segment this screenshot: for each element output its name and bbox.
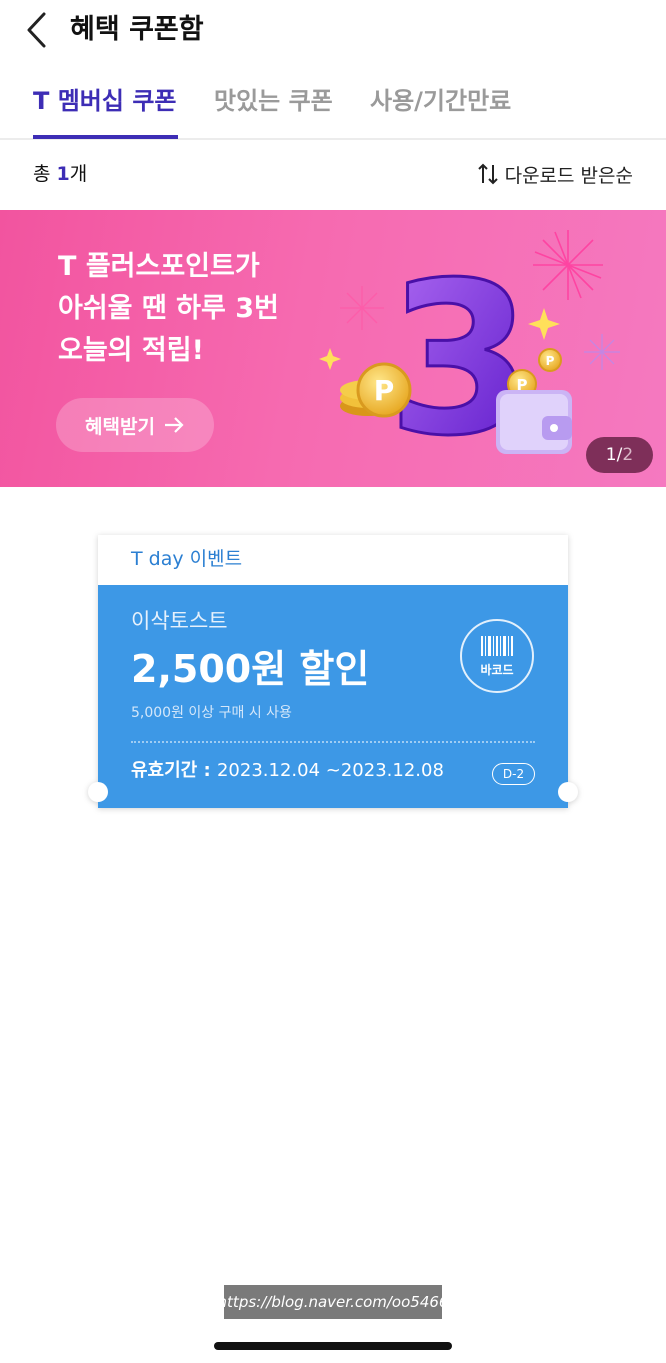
- barcode-label: 바코드: [480, 662, 514, 677]
- tab-used-expired[interactable]: 사용/기간만료: [370, 84, 511, 118]
- get-benefit-button[interactable]: 혜택받기: [56, 398, 214, 452]
- active-tab-indicator: [33, 135, 178, 139]
- banner-line: 아쉬울 땐 하루 3번: [58, 293, 279, 324]
- get-benefit-label: 혜택받기: [85, 415, 155, 438]
- ticket-notch: [558, 782, 578, 802]
- sort-arrows-icon: [477, 163, 498, 185]
- banner-headline: T 플러스포인트가 아쉬울 땐 하루 3번 오늘의 적립!: [58, 246, 279, 372]
- sort-button[interactable]: 다운로드 받은순: [477, 160, 633, 188]
- page-title: 혜택 쿠폰함: [70, 14, 204, 45]
- banner-line: 오늘의 적립!: [58, 335, 204, 366]
- barcode-button[interactable]: 바코드: [460, 619, 534, 693]
- coin-letter: P: [546, 354, 555, 368]
- validity-label: 유효기간 :: [131, 760, 217, 781]
- sparkle-icon: [319, 348, 341, 370]
- firework-icon: [533, 230, 603, 300]
- coupon-body: 이삭토스트 2,500원 할인 5,000원 이상 구매 시 사용 바코드 유효…: [88, 585, 578, 808]
- coupon-divider: [131, 741, 535, 743]
- tab-bar: T 멤버십 쿠폰 맛있는 쿠폰 사용/기간만료: [0, 80, 666, 140]
- barcode-icon: [481, 635, 513, 656]
- blog-watermark: https://blog.naver.com/oo5466: [218, 1285, 448, 1319]
- coupon-validity: 유효기간 : 2023.12.04 ~2023.12.08: [131, 757, 444, 785]
- firework-icon: [584, 334, 620, 370]
- coupon-category: T day 이벤트: [131, 548, 243, 570]
- coupon-count: 총 1개: [33, 160, 87, 188]
- coupon-condition: 5,000원 이상 구매 시 사용: [131, 705, 292, 721]
- count-prefix: 총: [33, 163, 57, 185]
- tab-t-membership-coupon[interactable]: T 멤버십 쿠폰: [33, 84, 176, 118]
- firework-icon: [340, 286, 384, 330]
- validity-range: 2023.12.04 ~2023.12.08: [216, 760, 444, 781]
- coupon-brand: 이삭토스트: [131, 609, 228, 633]
- tab-delicious-coupon[interactable]: 맛있는 쿠폰: [214, 84, 333, 118]
- coupon-discount: 2,500원 할인: [131, 647, 370, 691]
- count-suffix: 개: [69, 163, 88, 185]
- coupon-header: T day 이벤트: [98, 535, 568, 585]
- home-indicator[interactable]: [214, 1342, 452, 1350]
- chevron-left-icon: [27, 12, 46, 48]
- pager-current: 1: [605, 445, 617, 465]
- dday-badge: D-2: [492, 763, 535, 785]
- coin-letter: P: [374, 374, 395, 407]
- coupon-card[interactable]: T day 이벤트 이삭토스트 2,500원 할인 5,000원 이상 구매 시…: [88, 535, 578, 808]
- back-button[interactable]: [18, 10, 58, 50]
- ticket-notch: [88, 782, 108, 802]
- count-value: 1: [56, 163, 70, 185]
- list-toolbar: 총 1개 다운로드 받은순: [0, 150, 666, 200]
- arrow-right-icon: [164, 417, 184, 433]
- banner-line: T 플러스포인트가: [58, 251, 260, 282]
- pager-total: 2: [622, 445, 634, 465]
- banner-pager: 1/2: [586, 437, 653, 473]
- header: 혜택 쿠폰함: [0, 0, 666, 60]
- promo-banner[interactable]: T 플러스포인트가 아쉬울 땐 하루 3번 오늘의 적립! 혜택받기 3 P P…: [0, 210, 666, 487]
- sort-label: 다운로드 받은순: [504, 164, 633, 187]
